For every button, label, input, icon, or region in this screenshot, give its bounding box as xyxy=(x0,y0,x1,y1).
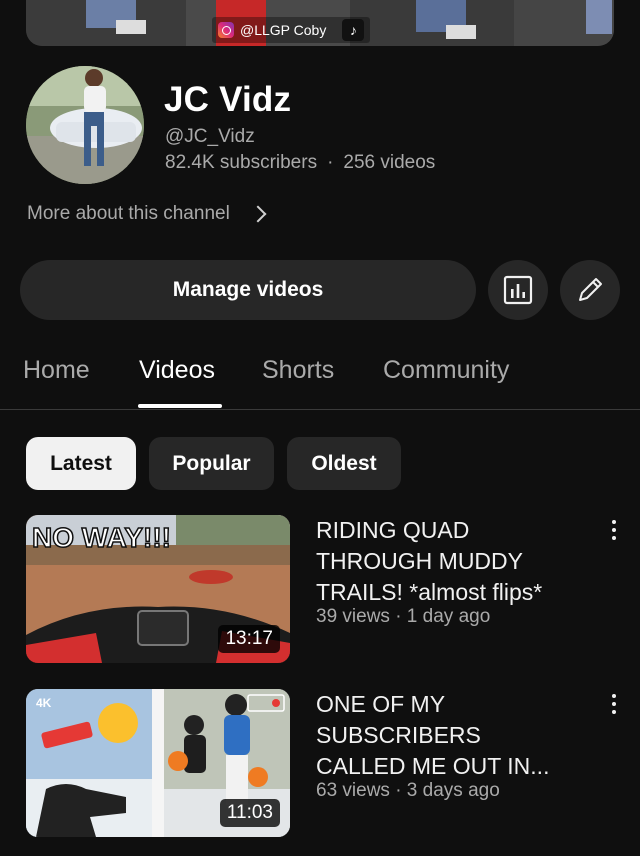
channel-handle: @JC_Vidz xyxy=(165,126,255,147)
thumbnail-caption: NO WAY!!! xyxy=(32,522,171,553)
filter-chip-popular[interactable]: Popular xyxy=(149,437,274,490)
tab-home[interactable]: Home xyxy=(23,356,90,385)
filter-chip-oldest[interactable]: Oldest xyxy=(287,437,401,490)
banner-social-tag: @LLGP Coby ♪ xyxy=(212,17,371,43)
tab-shorts[interactable]: Shorts xyxy=(262,356,334,385)
pencil-icon xyxy=(579,278,602,301)
more-about-label: More about this channel xyxy=(27,203,230,224)
active-tab-indicator xyxy=(138,404,222,408)
analytics-button[interactable] xyxy=(488,260,548,320)
channel-tabs: Home Videos Shorts Community xyxy=(0,348,640,410)
channel-avatar[interactable] xyxy=(26,66,144,184)
video-title[interactable]: RIDING QUAD THROUGH MUDDY TRAILS! *almos… xyxy=(316,515,596,608)
video-meta: 39 views · 1 day ago xyxy=(316,606,491,627)
video-duration: 13:17 xyxy=(218,625,280,653)
edit-channel-button[interactable] xyxy=(560,260,620,320)
channel-stats: 82.4K subscribers · 256 videos xyxy=(165,152,435,174)
video-title[interactable]: ONE OF MY SUBSCRIBERS CALLED ME OUT IN..… xyxy=(316,689,596,782)
tab-community[interactable]: Community xyxy=(383,356,509,385)
tab-videos[interactable]: Videos xyxy=(139,356,215,385)
video-thumbnail[interactable]: NO WAY!!! 13:17 xyxy=(26,515,290,663)
more-about-channel-link[interactable]: More about this channel xyxy=(27,203,267,225)
channel-name: JC Vidz xyxy=(164,80,292,119)
thumbnail-badge-4k: 4K xyxy=(36,696,52,710)
instagram-icon xyxy=(218,22,234,38)
stats-separator: · xyxy=(327,152,334,173)
filter-chip-latest[interactable]: Latest xyxy=(26,437,136,490)
video-more-options-icon[interactable] xyxy=(606,692,622,716)
tiktok-icon: ♪ xyxy=(342,19,365,41)
analytics-icon xyxy=(503,275,533,305)
channel-banner: @LLGP Coby ♪ xyxy=(26,0,614,46)
video-count: 256 videos xyxy=(343,152,436,173)
subscriber-count: 82.4K subscribers xyxy=(165,152,318,173)
video-meta: 63 views · 3 days ago xyxy=(316,780,500,801)
video-thumbnail[interactable]: 4K 11:03 xyxy=(26,689,290,837)
manage-videos-button[interactable]: Manage videos xyxy=(20,260,476,320)
banner-handle: @LLGP Coby xyxy=(240,22,327,38)
video-duration: 11:03 xyxy=(219,799,280,827)
video-more-options-icon[interactable] xyxy=(606,518,622,542)
chevron-right-icon xyxy=(249,205,267,223)
